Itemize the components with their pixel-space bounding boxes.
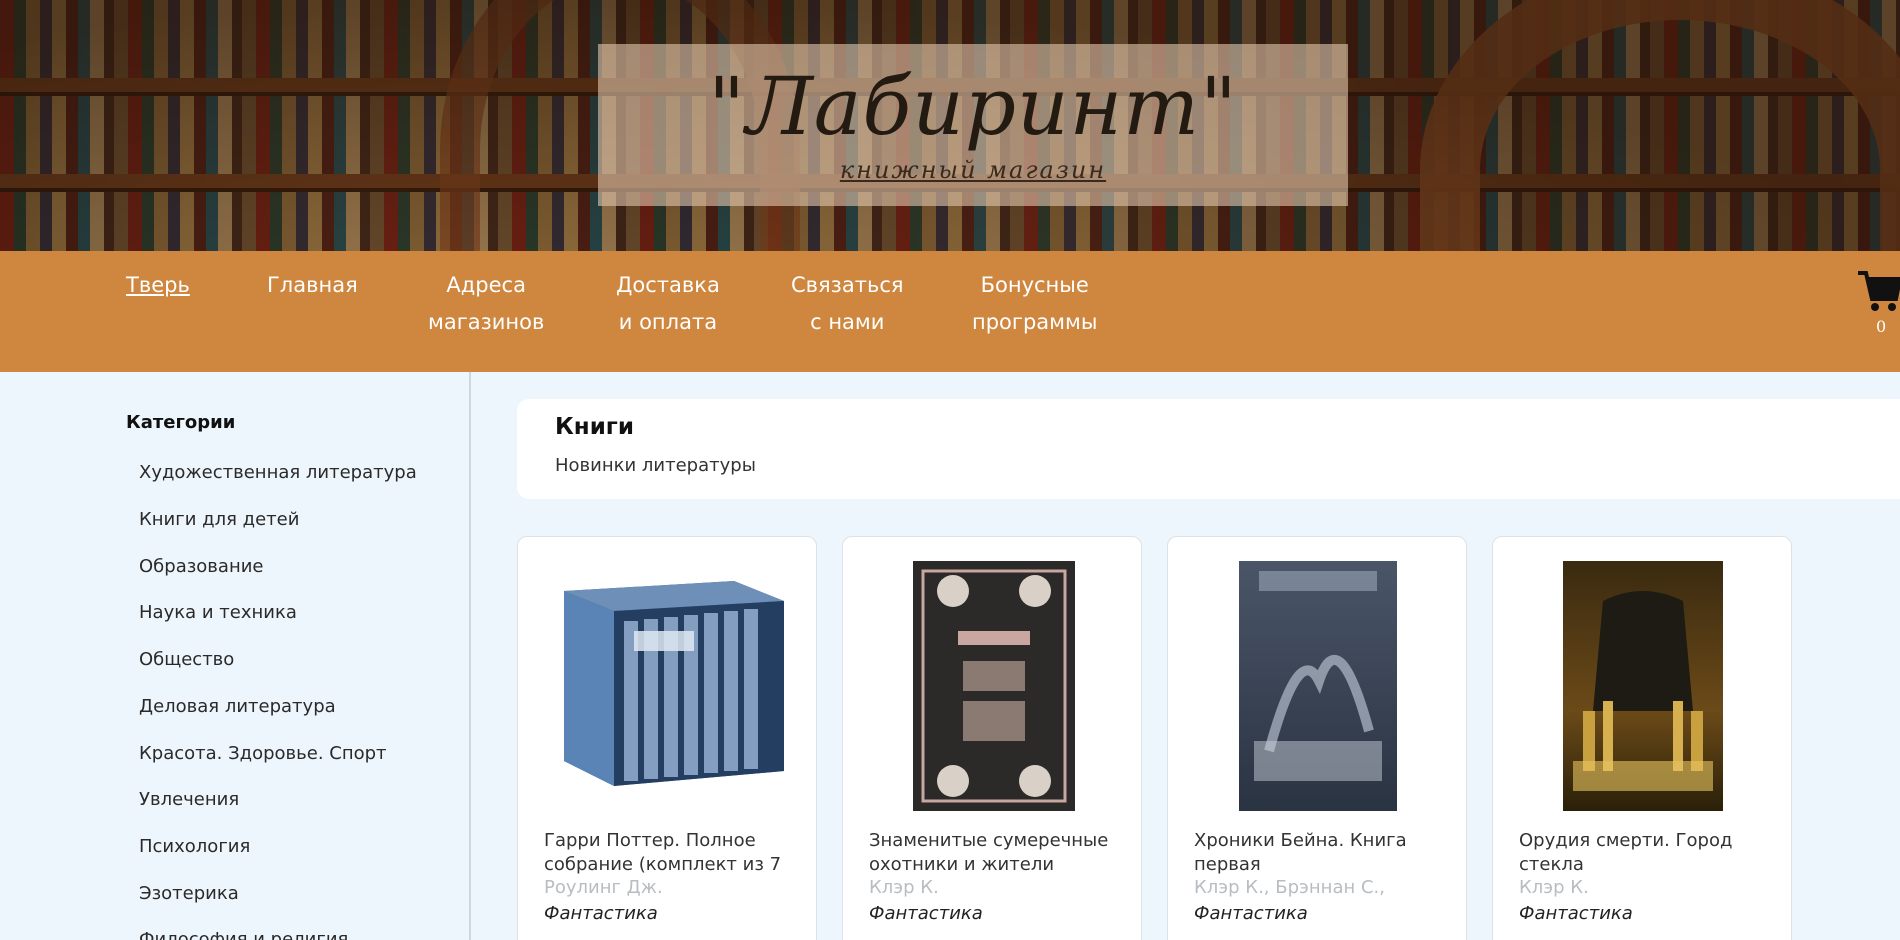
sidebar-item-psychology[interactable]: Психология bbox=[139, 836, 250, 857]
logo[interactable]: "Лабиринт" книжный магазин bbox=[598, 44, 1348, 206]
book-cover-image[interactable] bbox=[1563, 561, 1723, 811]
book-card[interactable]: Орудия смерти. Город стекла Клэр К. Фант… bbox=[1492, 536, 1792, 940]
logo-title: "Лабиринт" bbox=[708, 60, 1238, 153]
books-section-header: Книги Новинки литературы bbox=[517, 399, 1900, 499]
sidebar-item-philosophy[interactable]: Философия и религия bbox=[139, 929, 348, 940]
sidebar-item-fiction[interactable]: Художественная литература bbox=[139, 462, 417, 483]
book-title[interactable]: Хроники Бейна. Книга первая bbox=[1194, 829, 1454, 877]
book-card[interactable]: Знаменитые сумеречные охотники и жители … bbox=[842, 536, 1142, 940]
nav-item-bonus[interactable]: Бонусные программы bbox=[972, 267, 1097, 341]
sidebar-item-hobbies[interactable]: Увлечения bbox=[139, 789, 239, 810]
header-banner: "Лабиринт" книжный магазин bbox=[0, 0, 1900, 251]
logo-subtitle: книжный магазин bbox=[839, 156, 1107, 184]
sidebar-item-business[interactable]: Деловая литература bbox=[139, 696, 336, 717]
book-cover-image[interactable] bbox=[544, 561, 792, 791]
book-genre: Фантастика bbox=[869, 903, 983, 924]
book-genre: Фантастика bbox=[1194, 903, 1308, 924]
page-title: Книги bbox=[555, 414, 634, 440]
nav-item-delivery[interactable]: Доставка и оплата bbox=[616, 267, 720, 341]
book-card[interactable]: Гарри Поттер. Полное собрание (комплект … bbox=[517, 536, 817, 940]
sidebar-item-children[interactable]: Книги для детей bbox=[139, 509, 299, 530]
nav-item-store-addresses[interactable]: Адреса магазинов bbox=[428, 267, 544, 341]
nav-item-home[interactable]: Главная bbox=[267, 267, 358, 304]
book-genre: Фантастика bbox=[1519, 903, 1633, 924]
sidebar-item-science[interactable]: Наука и техника bbox=[139, 602, 297, 623]
book-title[interactable]: Знаменитые сумеречные охотники и жители bbox=[869, 829, 1129, 877]
book-cover-image[interactable] bbox=[1239, 561, 1397, 811]
nav-item-city[interactable]: Тверь bbox=[126, 267, 190, 304]
sidebar-title: Категории bbox=[126, 412, 236, 433]
sidebar-item-society[interactable]: Общество bbox=[139, 649, 234, 670]
sidebar-item-esoterics[interactable]: Эзотерика bbox=[139, 883, 239, 904]
cart-count: 0 bbox=[1876, 317, 1887, 336]
category-sidebar: Категории Художественная литература Книг… bbox=[0, 372, 471, 940]
page-subtitle: Новинки литературы bbox=[555, 455, 756, 476]
book-title[interactable]: Гарри Поттер. Полное собрание (комплект … bbox=[544, 829, 804, 877]
sidebar-item-beauty-health[interactable]: Красота. Здоровье. Спорт bbox=[139, 743, 387, 764]
book-cover-image[interactable] bbox=[913, 561, 1075, 811]
book-author: Клэр К. bbox=[1519, 877, 1589, 898]
main-nav: Тверь Главная Адреса магазинов Доставка … bbox=[0, 251, 1900, 372]
nav-item-contact[interactable]: Связаться с нами bbox=[791, 267, 904, 341]
book-author: Клэр К., Брэннан С., bbox=[1194, 877, 1385, 898]
book-genre: Фантастика bbox=[544, 903, 658, 924]
book-author: Роулинг Дж. bbox=[544, 877, 663, 898]
sidebar-item-education[interactable]: Образование bbox=[139, 556, 264, 577]
book-card[interactable]: Хроники Бейна. Книга первая Клэр К., Брэ… bbox=[1167, 536, 1467, 940]
book-title[interactable]: Орудия смерти. Город стекла bbox=[1519, 829, 1779, 877]
book-author: Клэр К. bbox=[869, 877, 939, 898]
